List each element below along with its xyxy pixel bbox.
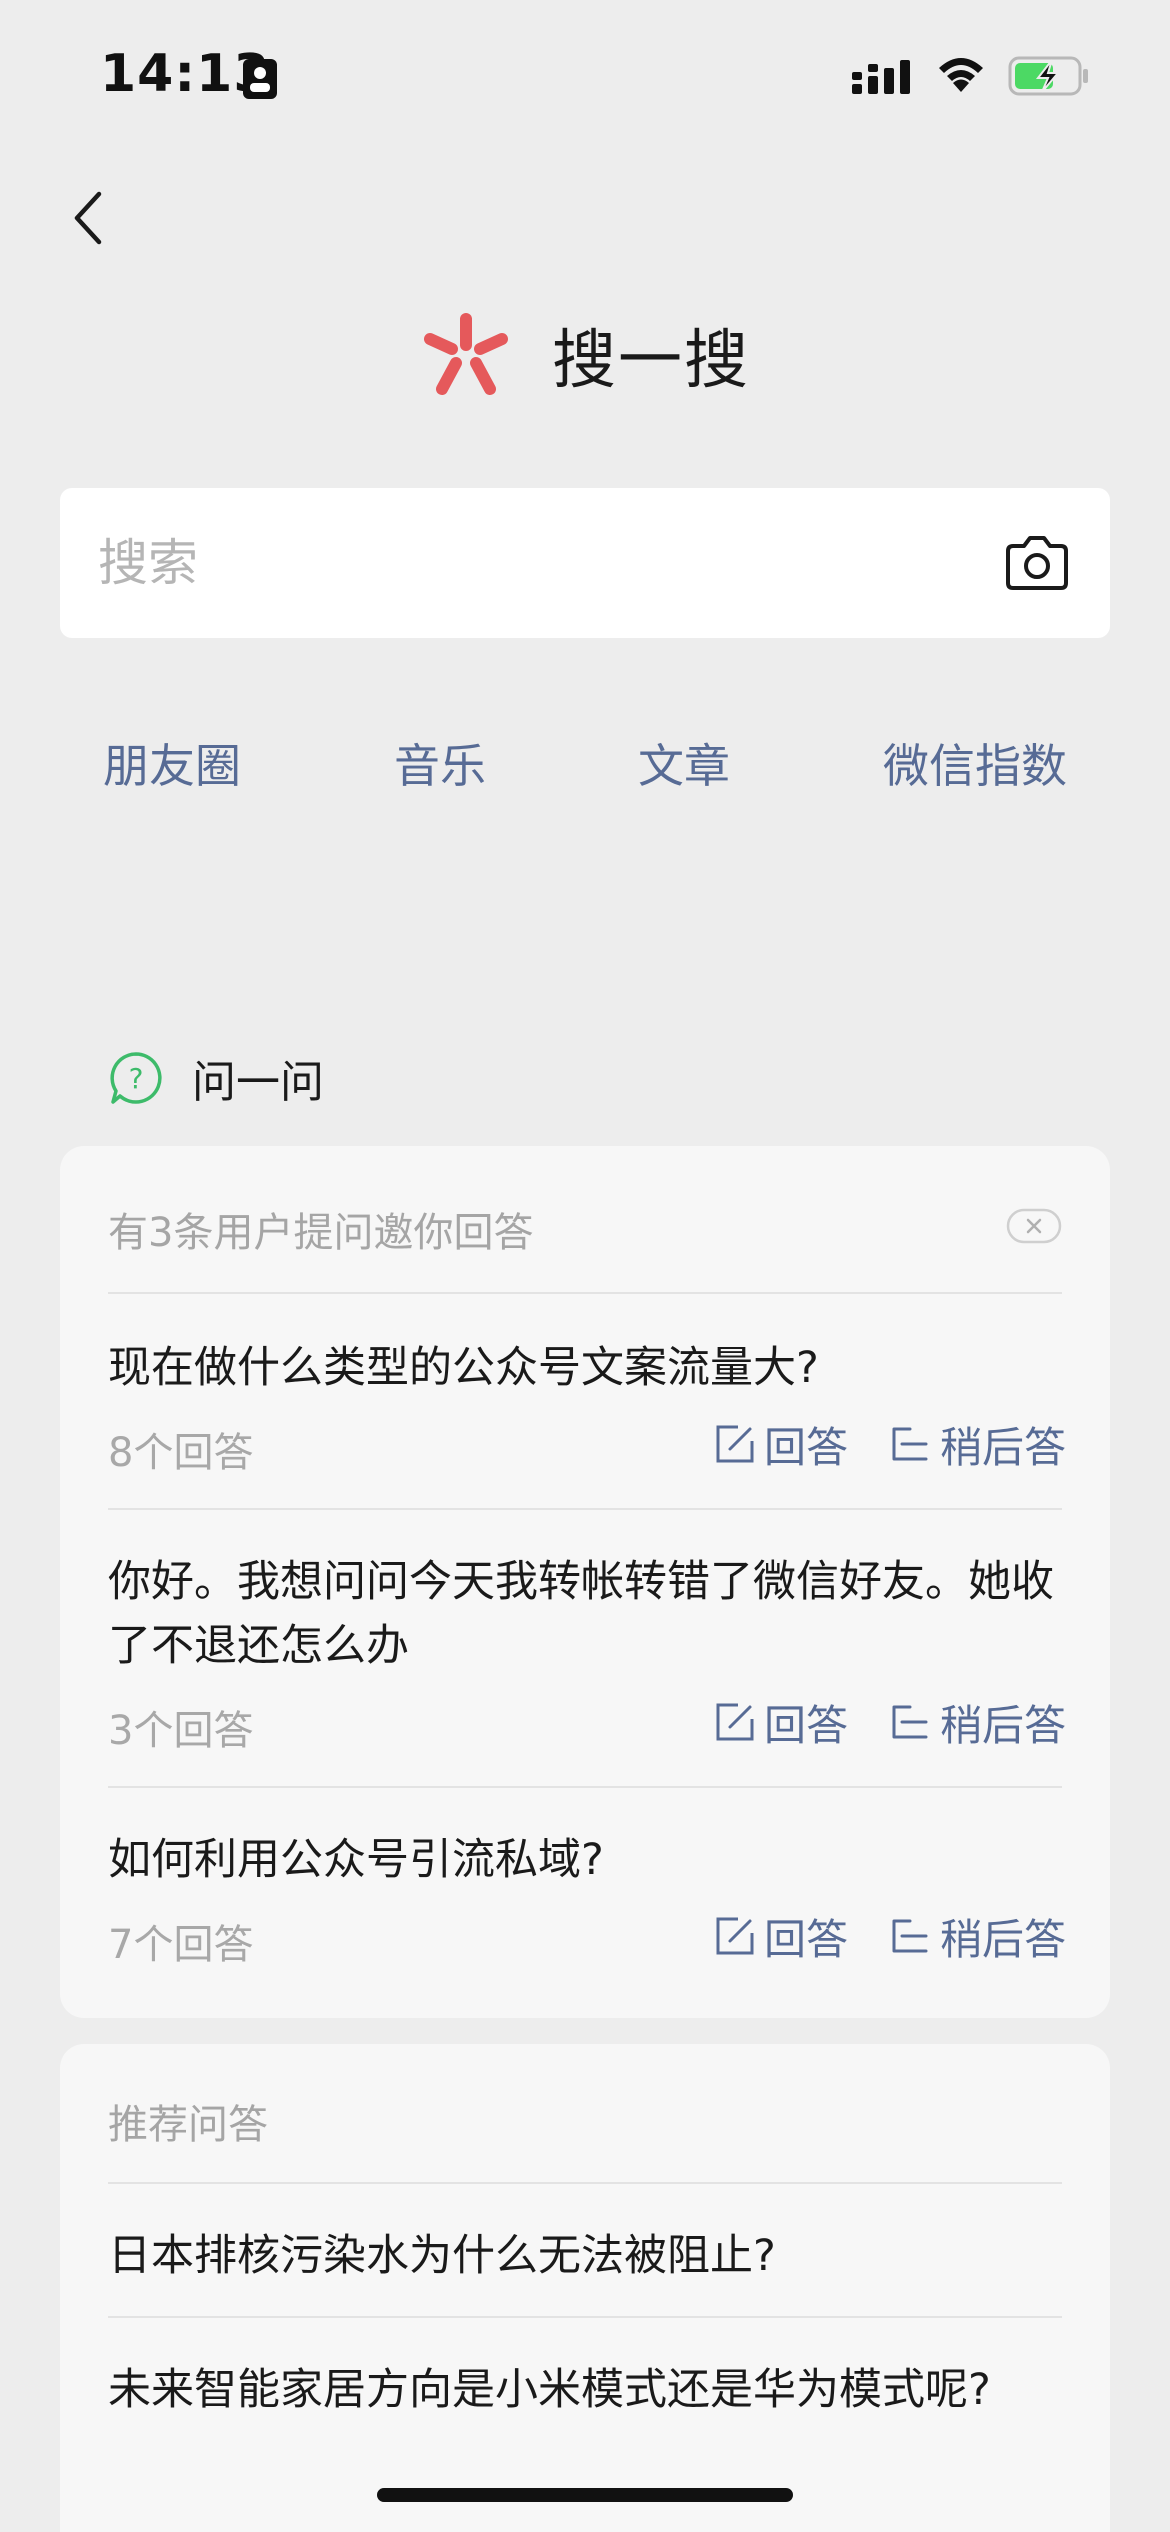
divider [108,1292,1062,1294]
answer-count: 7个回答 [108,1922,254,1968]
edit-icon [716,1425,754,1463]
svg-text:?: ? [129,1062,144,1095]
divider [108,1508,1062,1510]
search-page: 14:13 搜一搜 搜索 朋友圈 音乐 文章 微信指数 ? 问一问 有3条用户提… [0,0,1170,2532]
list-later-icon [892,1705,928,1739]
quick-link-wechat-index[interactable]: 微信指数 [883,730,1067,796]
page-header: 搜一搜 [0,300,1170,410]
divider [108,1786,1062,1788]
answer-count: 8个回答 [108,1430,254,1476]
later-label: 稍后答 [940,1914,1067,1964]
page-title: 搜一搜 [552,324,750,398]
divider [108,2316,1062,2318]
answer-button[interactable]: 回答 [714,1414,848,1474]
answer-button[interactable]: 回答 [714,1906,848,1966]
question-title[interactable]: 现在做什么类型的公众号文案流量大? [108,1336,1068,1400]
close-icon[interactable] [1006,1208,1062,1244]
ask-section-header[interactable]: ? 问一问 [108,1046,324,1110]
cellular-signal-icon [852,60,910,94]
chevron-left-icon [74,191,102,245]
answer-later-button[interactable]: 稍后答 [888,1414,1066,1474]
answer-later-button[interactable]: 稍后答 [888,1692,1066,1752]
answer-label: 回答 [764,1914,849,1964]
edit-icon [716,1703,754,1741]
question-title[interactable]: 你好。我想问问今天我转帐转错了微信好友。她收了不退还怎么办 [108,1550,1068,1678]
home-indicator [377,2488,793,2502]
answer-label: 回答 [764,1422,849,1472]
answer-label: 回答 [764,1700,849,1750]
divider [108,2182,1062,2184]
quick-link-moments[interactable]: 朋友圈 [103,730,241,796]
battery-charging-icon [1008,56,1088,96]
recommended-qa-card: 推荐问答 日本排核污染水为什么无法被阻止? 未来智能家居方向是小米模式还是华为模… [60,2044,1110,2532]
camera-icon[interactable] [1004,533,1070,593]
recommended-item[interactable]: 日本排核污染水为什么无法被阻止? [108,2224,1068,2288]
search-box[interactable] [60,488,1110,638]
recommended-item[interactable]: 未来智能家居方向是小米模式还是华为模式呢? [108,2358,1068,2422]
edit-icon [716,1917,754,1955]
answer-button[interactable]: 回答 [714,1692,848,1752]
list-later-icon [892,1427,928,1461]
contact-card-icon [243,59,277,99]
question-bubble-icon: ? [110,1052,162,1104]
list-later-icon [892,1919,928,1953]
quick-links: 朋友圈 音乐 文章 微信指数 [60,730,1110,810]
quick-link-music[interactable]: 音乐 [394,730,486,796]
wifi-icon [939,58,983,92]
ask-section-title: 问一问 [192,1057,324,1108]
back-button[interactable] [38,168,138,268]
question-title[interactable]: 如何利用公众号引流私域? [108,1828,1068,1892]
later-label: 稍后答 [940,1422,1067,1472]
quick-link-articles[interactable]: 文章 [638,730,730,796]
later-label: 稍后答 [940,1700,1067,1750]
answer-later-button[interactable]: 稍后答 [888,1906,1066,1966]
status-bar: 14:13 [0,0,1170,150]
search-logo-icon [424,313,508,395]
invited-questions-card: 有3条用户提问邀你回答 现在做什么类型的公众号文案流量大? 8个回答 回答 稍后… [60,1146,1110,2018]
recommended-title: 推荐问答 [108,2102,268,2148]
invite-text: 有3条用户提问邀你回答 [108,1210,534,1256]
search-input[interactable] [98,488,998,638]
answer-count: 3个回答 [108,1708,254,1754]
